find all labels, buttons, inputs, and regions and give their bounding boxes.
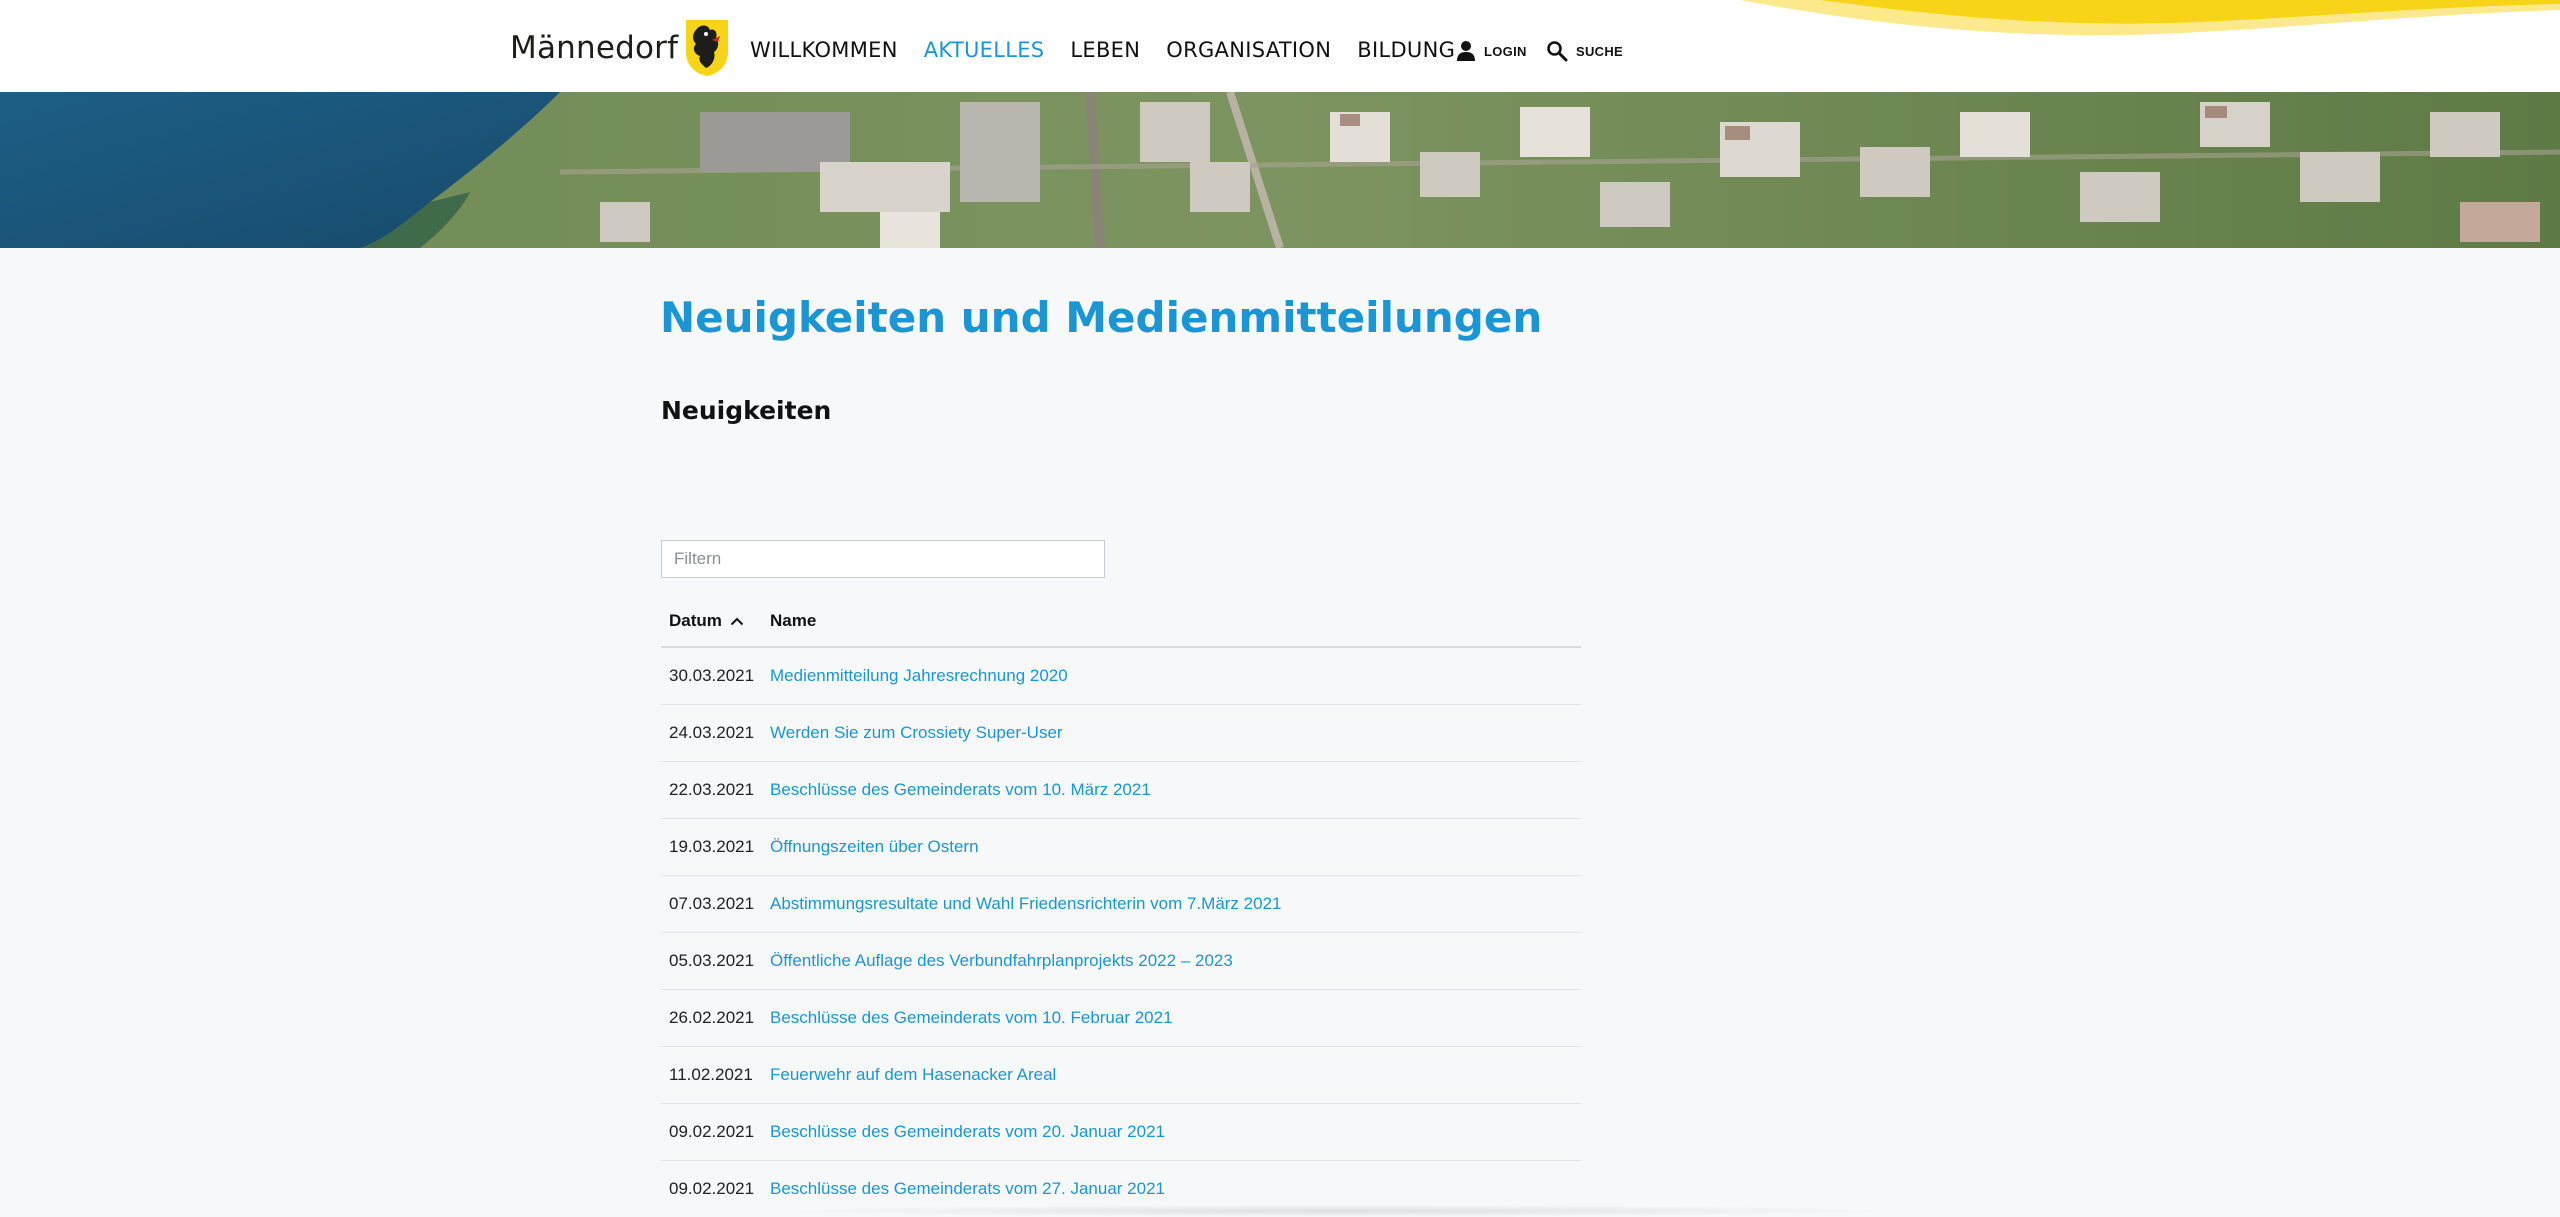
row-link[interactable]: Werden Sie zum Crossiety Super-User: [770, 723, 1063, 743]
row-date: 11.02.2021: [669, 1065, 753, 1084]
sort-by-name[interactable]: Name: [770, 611, 816, 631]
aerial-photo: [0, 92, 2560, 248]
row-date: 09.02.2021: [669, 1122, 755, 1141]
row-link[interactable]: Medienmitteilung Jahresrechnung 2020: [770, 666, 1068, 686]
table-row: 22.03.2021 Beschlüsse des Gemeinderats v…: [661, 762, 1581, 819]
nav-willkommen[interactable]: WILLKOMMEN: [750, 38, 898, 62]
row-link[interactable]: Öffnungszeiten über Ostern: [770, 837, 979, 857]
brand-name: Männedorf: [510, 30, 679, 66]
section-title: Neuigkeiten: [661, 396, 832, 425]
decorative-wave: [1740, 0, 2560, 36]
login-link[interactable]: LOGIN: [1456, 40, 1527, 62]
table-row: 05.03.2021 Öffentliche Auflage des Verbu…: [661, 933, 1581, 990]
row-date: 19.03.2021: [669, 837, 755, 856]
row-date: 30.03.2021: [669, 666, 755, 685]
coat-of-arms-icon: [686, 20, 729, 76]
row-date: 22.03.2021: [669, 780, 755, 799]
search-label: SUCHE: [1576, 43, 1624, 59]
footer-shadow: [760, 1205, 1910, 1217]
row-link[interactable]: Beschlüsse des Gemeinderats vom 10. Febr…: [770, 1008, 1173, 1028]
user-icon: [1457, 41, 1475, 61]
sort-by-date[interactable]: Datum: [661, 611, 770, 631]
hero-aerial-image: [0, 92, 2560, 248]
row-date: 26.02.2021: [669, 1008, 755, 1027]
site-logo[interactable]: Männedorf: [510, 18, 730, 78]
table-header: Datum Name: [661, 596, 1581, 648]
table-row: 09.02.2021 Beschlüsse des Gemeinderats v…: [661, 1104, 1581, 1161]
site-header: Männedorf WILLKOMMEN AKTUELLES LEBEN ORG…: [0, 0, 2560, 92]
row-date: 24.03.2021: [669, 723, 755, 742]
nav-bildung[interactable]: BILDUNG: [1357, 38, 1455, 62]
table-row: 26.02.2021 Beschlüsse des Gemeinderats v…: [661, 990, 1581, 1047]
nav-organisation[interactable]: ORGANISATION: [1166, 38, 1331, 62]
table-row: 07.03.2021 Abstimmungsresultate und Wahl…: [661, 876, 1581, 933]
login-label: LOGIN: [1484, 43, 1527, 59]
table-row: 11.02.2021 Feuerwehr auf dem Hasenacker …: [661, 1047, 1581, 1104]
row-date: 05.03.2021: [669, 951, 755, 970]
news-table: Datum Name 30.03.2021 Medienmitteilung J…: [661, 596, 1581, 1217]
table-row: 19.03.2021 Öffnungszeiten über Ostern: [661, 819, 1581, 876]
filter-input[interactable]: [661, 540, 1105, 578]
table-row: 24.03.2021 Werden Sie zum Crossiety Supe…: [661, 705, 1581, 762]
search-link[interactable]: SUCHE: [1546, 40, 1623, 62]
column-header-name: Name: [770, 611, 817, 630]
row-date: 09.02.2021: [669, 1179, 755, 1198]
row-link[interactable]: Öffentliche Auflage des Verbundfahrplanp…: [770, 951, 1233, 971]
row-link[interactable]: Beschlüsse des Gemeinderats vom 20. Janu…: [770, 1122, 1165, 1142]
row-link[interactable]: Abstimmungsresultate und Wahl Friedensri…: [770, 894, 1281, 914]
table-row: 30.03.2021 Medienmitteilung Jahresrechnu…: [661, 648, 1581, 705]
main-navigation: WILLKOMMEN AKTUELLES LEBEN ORGANISATION …: [750, 38, 1455, 62]
chevron-up-icon: [730, 617, 744, 626]
nav-leben[interactable]: LEBEN: [1070, 38, 1140, 62]
column-header-date: Datum: [669, 611, 722, 630]
row-link[interactable]: Beschlüsse des Gemeinderats vom 10. März…: [770, 780, 1151, 800]
page-title: Neuigkeiten und Medienmitteilungen: [660, 293, 1543, 342]
search-icon: [1547, 41, 1568, 62]
row-date: 07.03.2021: [669, 894, 755, 913]
row-link[interactable]: Feuerwehr auf dem Hasenacker Areal: [770, 1065, 1056, 1085]
nav-aktuelles[interactable]: AKTUELLES: [924, 38, 1045, 62]
row-link[interactable]: Beschlüsse des Gemeinderats vom 27. Janu…: [770, 1179, 1165, 1199]
